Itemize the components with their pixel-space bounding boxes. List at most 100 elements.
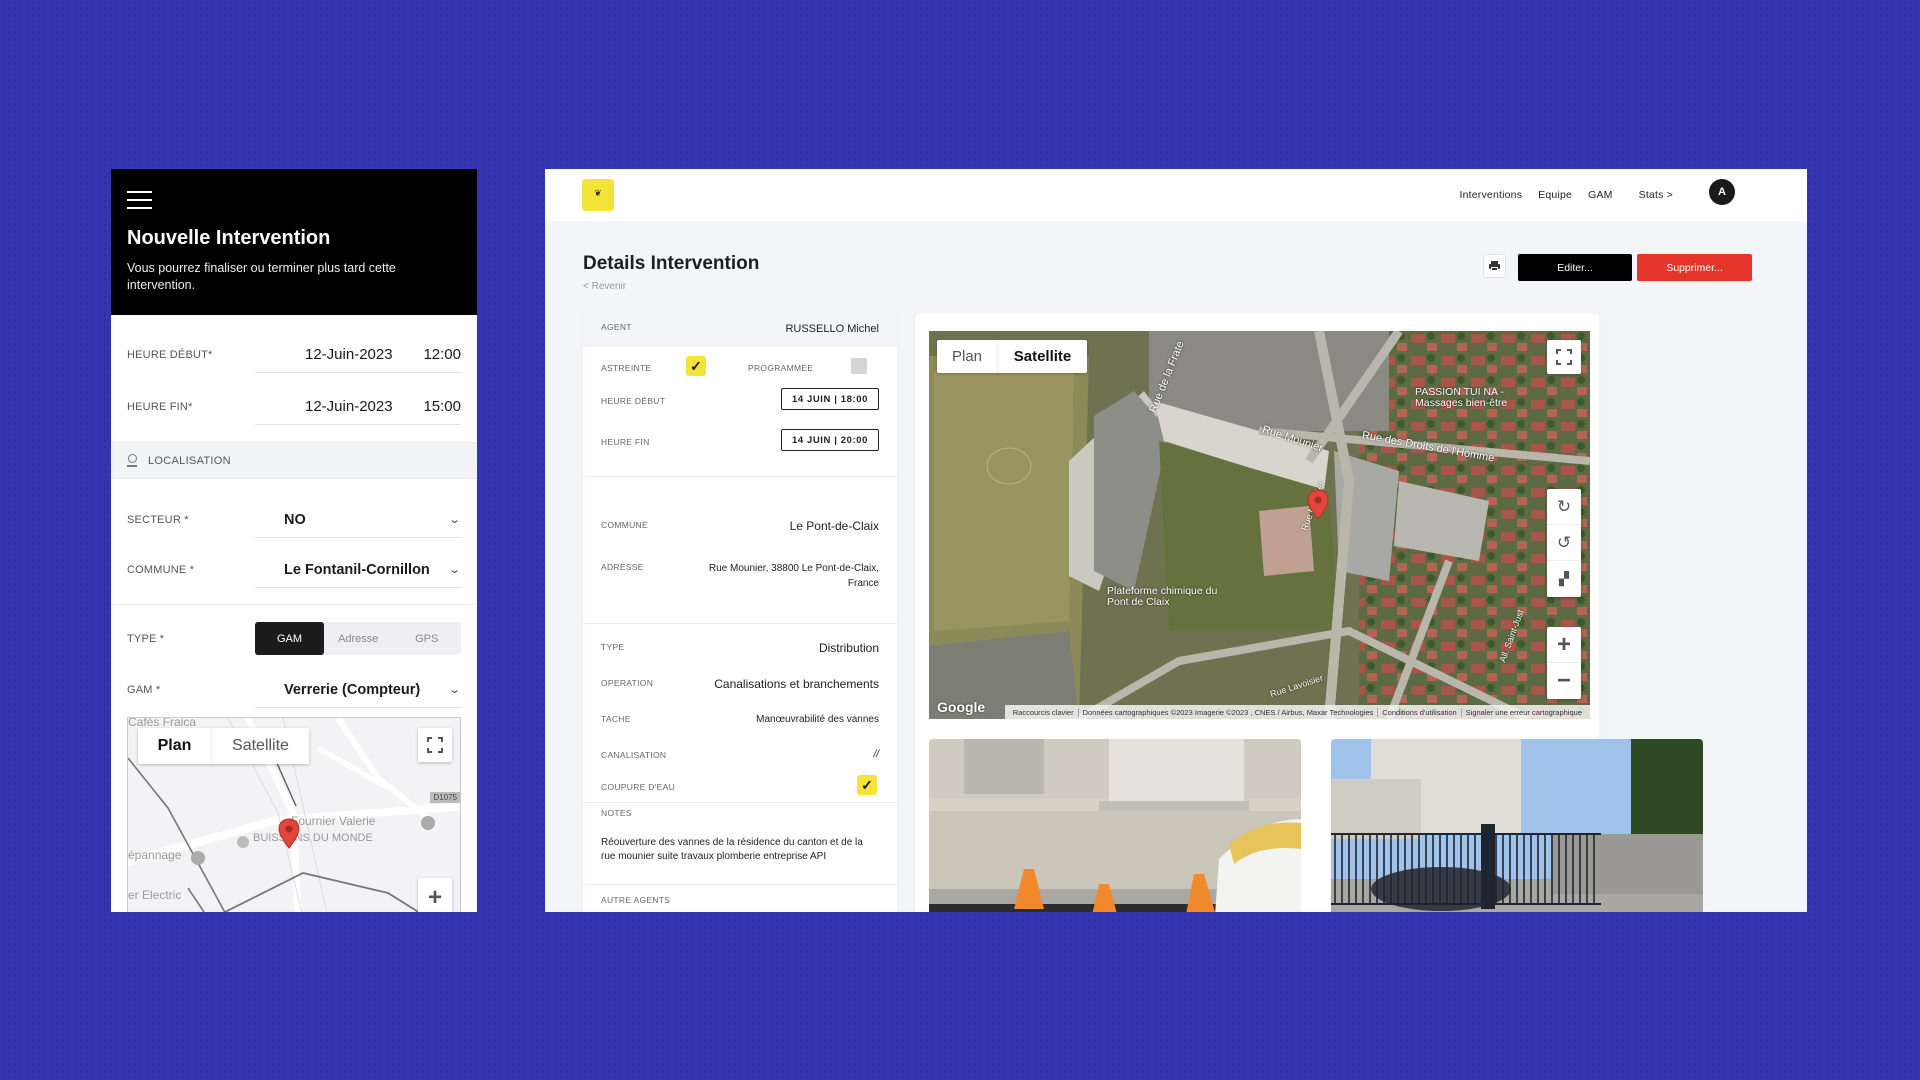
- map-poi-label: épannage: [128, 848, 182, 862]
- location-pin-icon: [127, 453, 137, 468]
- heure-fin-value: 14 JUIN | 20:00: [781, 429, 879, 451]
- back-link[interactable]: < Revenir: [583, 281, 626, 292]
- heure-fin-time[interactable]: 15:00: [423, 398, 461, 415]
- type-label: TYPE: [601, 642, 625, 652]
- localisation-section-header: LOCALISATION: [111, 442, 477, 479]
- user-avatar[interactable]: A: [1709, 179, 1735, 205]
- mobile-page-subtitle: Vous pourrez finaliser ou terminer plus …: [127, 261, 396, 292]
- commune-row: COMMUNE * Le Fontanil-Cornillon ⌄: [111, 552, 477, 588]
- map-marker-icon[interactable]: [1307, 489, 1329, 521]
- intervention-photo[interactable]: [929, 739, 1301, 912]
- commune-label: COMMUNE *: [127, 564, 195, 576]
- chevron-down-icon: ⌄: [447, 564, 461, 576]
- print-button[interactable]: [1483, 254, 1506, 278]
- zoom-controls: + −: [1547, 627, 1581, 699]
- adresse-value: Rue Mounier, 38800 Le Pont-de-Claix, Fra…: [708, 563, 879, 589]
- astreinte-label: ASTREINTE: [601, 363, 652, 373]
- map-attribution: Raccourcis clavier Données cartographiqu…: [1004, 705, 1590, 719]
- notes-label: NOTES: [601, 808, 632, 818]
- map-data-credit: Données cartographiques ©2023 Imagerie ©…: [1077, 707, 1378, 717]
- intervention-photo[interactable]: [1331, 739, 1703, 912]
- heure-debut-field[interactable]: 12-Juin-2023 12:00: [255, 337, 461, 373]
- map-type-plan-button[interactable]: Plan: [937, 340, 997, 373]
- divider: [583, 884, 897, 885]
- zoom-in-button[interactable]: +: [1547, 627, 1581, 663]
- hamburger-menu-icon[interactable]: [127, 191, 152, 209]
- desktop-details-panel: ❦ Interventions Equipe GAM Stats > A Det…: [545, 169, 1807, 912]
- secteur-row: SECTEUR * NO ⌄: [111, 502, 477, 538]
- nav-interventions[interactable]: Interventions: [1459, 189, 1522, 201]
- type-option-adresse[interactable]: Adresse: [324, 622, 393, 655]
- rotate-counterclockwise-icon[interactable]: ↺: [1547, 525, 1581, 561]
- type-option-gam[interactable]: GAM: [255, 622, 324, 655]
- notes-text: Réouverture des vannes de la résidence d…: [601, 837, 863, 862]
- keyboard-shortcuts-link[interactable]: Raccourcis clavier: [1009, 708, 1078, 717]
- fullscreen-button[interactable]: [1547, 340, 1581, 374]
- canalisation-label: CANALISATION: [601, 750, 667, 760]
- satellite-map[interactable]: Rue de la Frate Rue Mounier Rue des Droi…: [929, 331, 1590, 719]
- heure-debut-date[interactable]: 12-Juin-2023: [305, 346, 393, 363]
- poi-label: PASSION TUI NA - Massages bien-être: [1415, 386, 1508, 409]
- checkmark-icon: ✓: [690, 357, 702, 374]
- map-photos-card: Rue de la Frate Rue Mounier Rue des Droi…: [915, 313, 1703, 912]
- heure-fin-field[interactable]: 12-Juin-2023 15:00: [255, 389, 461, 425]
- road-number-badge: D1075: [430, 792, 460, 803]
- rotate-clockwise-icon[interactable]: ↻: [1547, 489, 1581, 525]
- heure-debut-label: HEURE DÉBUT*: [127, 349, 213, 361]
- printer-icon: [1489, 261, 1500, 271]
- type-option-gps[interactable]: GPS: [393, 622, 462, 655]
- chevron-down-icon: ⌄: [447, 514, 461, 526]
- fullscreen-icon: [427, 737, 443, 753]
- mobile-header: Nouvelle Intervention Vous pourrez final…: [111, 169, 477, 315]
- map-type-satellite-button[interactable]: Satellite: [997, 340, 1087, 373]
- secteur-label: SECTEUR *: [127, 514, 189, 526]
- tilt-view-icon[interactable]: ▞: [1547, 561, 1581, 597]
- divider: [583, 802, 897, 803]
- nav-stats[interactable]: Stats >: [1639, 189, 1673, 201]
- map-marker-icon[interactable]: [278, 818, 300, 850]
- agent-label: AGENT: [601, 322, 632, 332]
- divider: [583, 623, 897, 624]
- heure-debut-value: 14 JUIN | 18:00: [781, 388, 879, 410]
- edit-button[interactable]: Editer...: [1518, 254, 1632, 281]
- report-error-link[interactable]: Signaler une erreur cartographique: [1460, 707, 1586, 717]
- terms-link[interactable]: Conditions d'utilisation: [1377, 707, 1460, 717]
- commune-select[interactable]: Le Fontanil-Cornillon ⌄: [255, 552, 461, 588]
- brand-logo[interactable]: ❦: [582, 179, 614, 211]
- mobile-map[interactable]: Cafés Fraica Fournier Valerie BUISSONS D…: [127, 717, 461, 912]
- coupure-label: COUPURE D'EAU: [601, 782, 676, 792]
- heure-debut-label: HEURE DÉBUT: [601, 396, 666, 406]
- chevron-down-icon: ⌄: [447, 684, 461, 696]
- gam-select[interactable]: Verrerie (Compteur) ⌄: [255, 672, 461, 708]
- astreinte-checkbox[interactable]: ✓: [686, 356, 706, 376]
- photo-cones: [929, 739, 1301, 912]
- delete-button[interactable]: Supprimer...: [1637, 254, 1752, 281]
- type-value: Distribution: [818, 641, 879, 655]
- heure-debut-row: HEURE DÉBUT* 12-Juin-2023 12:00: [111, 337, 477, 373]
- zoom-out-button[interactable]: −: [1547, 663, 1581, 699]
- checkmark-icon: ✓: [861, 776, 873, 793]
- map-poi-label: Fournier Valerie: [291, 814, 376, 828]
- programmee-checkbox[interactable]: [851, 358, 867, 374]
- heure-debut-time[interactable]: 12:00: [423, 346, 461, 363]
- rotate-tilt-controls: ↻ ↺ ▞: [1547, 489, 1581, 597]
- map-type-satellite-button[interactable]: Satellite: [211, 728, 309, 764]
- gam-value: Verrerie (Compteur): [284, 681, 421, 698]
- commune-label: COMMUNE: [601, 520, 648, 530]
- canalisation-value: //: [873, 749, 879, 760]
- tache-value: Manœuvrabilité des vannes: [756, 714, 879, 725]
- divider: [583, 476, 897, 477]
- fullscreen-button[interactable]: [418, 728, 452, 762]
- top-navbar: ❦ Interventions Equipe GAM Stats > A: [545, 169, 1807, 221]
- heure-fin-date[interactable]: 12-Juin-2023: [305, 398, 393, 415]
- gam-row: GAM * Verrerie (Compteur) ⌄: [111, 672, 477, 708]
- type-label: TYPE *: [127, 632, 165, 645]
- secteur-select[interactable]: NO ⌄: [255, 502, 461, 538]
- zoom-in-button[interactable]: +: [418, 878, 452, 912]
- tache-label: TACHE: [601, 714, 631, 724]
- map-type-plan-button[interactable]: Plan: [138, 728, 211, 764]
- nav-gam[interactable]: GAM: [1588, 189, 1613, 201]
- coupure-checkbox[interactable]: ✓: [857, 775, 877, 795]
- nav-equipe[interactable]: Equipe: [1538, 189, 1572, 201]
- divider: [111, 604, 477, 605]
